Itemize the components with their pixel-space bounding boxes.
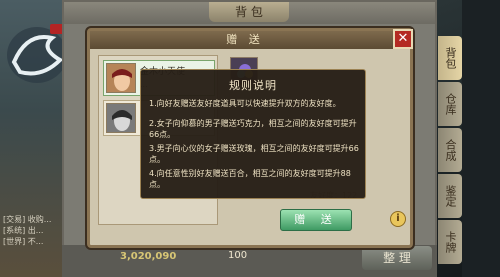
tab-warehouse[interactable]: 仓库 xyxy=(438,82,462,126)
inventory-title: 背 包 xyxy=(209,2,289,22)
rule-text: 1.向好友赠送友好度道具可以快速提升双方的友好度。 xyxy=(149,99,341,108)
gift-close-button[interactable]: ✕ xyxy=(393,29,413,49)
rule-text: 4.向任意性别好友赠送百合，相互之间的友好度可提升88点。 xyxy=(149,169,351,189)
gold-amount: 3,020,090 xyxy=(120,251,177,262)
item-count: 100 xyxy=(228,250,248,261)
game-screen: [交易] 收购... [系统] 出... [世界] 不... 背 包 ✕ 3,0… xyxy=(0,0,500,277)
gift-dialog-title: 赠 送 xyxy=(226,33,264,46)
send-gift-button[interactable]: 赠 送 xyxy=(280,209,352,231)
info-icon[interactable]: i xyxy=(390,211,406,227)
tab-compose[interactable]: 合成 xyxy=(438,128,462,172)
sort-button[interactable]: 整 理 xyxy=(362,246,432,270)
avatar xyxy=(106,103,136,133)
rule-text: 3.男子向心仪的女子赠送玫瑰，相互之间的友好度可提升66点。 xyxy=(149,144,359,164)
rule-text: 2.女子向仰慕的男子赠送巧克力，相互之间的友好度可提升66点。 xyxy=(149,119,357,139)
avatar xyxy=(106,63,136,93)
rules-title: 规则说明 xyxy=(229,79,277,92)
right-edge xyxy=(462,0,500,277)
tab-bag[interactable]: 背包 xyxy=(438,36,462,80)
rules-popup: 规则说明 1.向好友赠送友好度道具可以快速提升双方的友好度。 2.女子向仰慕的男… xyxy=(140,69,366,199)
tab-identify[interactable]: 鉴定 xyxy=(438,174,462,218)
inventory-tabs: 背包 仓库 合成 鉴定 卡牌 xyxy=(438,36,462,266)
tab-cards[interactable]: 卡牌 xyxy=(438,220,462,264)
